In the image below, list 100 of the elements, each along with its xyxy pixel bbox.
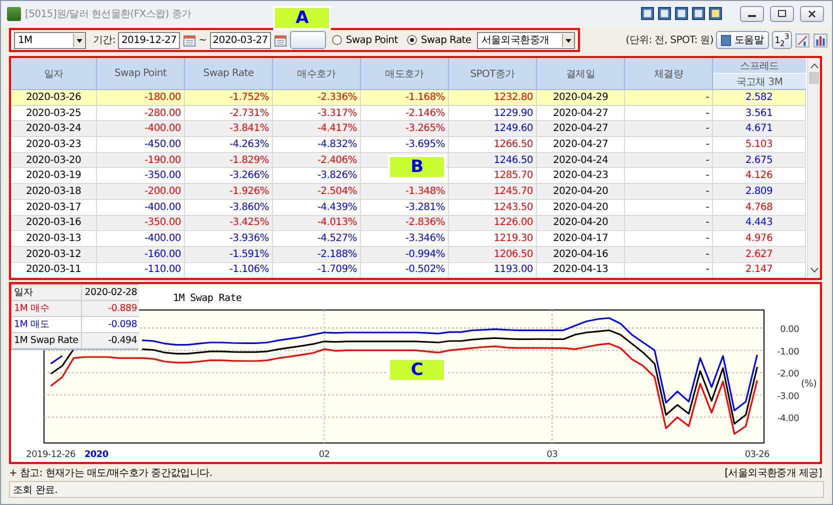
calendar-icon[interactable] (182, 34, 196, 46)
table-cell: 1243.50 (449, 200, 537, 216)
table-cell: 2020-04-27 (537, 121, 625, 138)
tooltip-value: 2020-02-28 (82, 285, 139, 302)
callout-label: B (388, 155, 446, 179)
toolbar-icon[interactable] (692, 7, 705, 20)
table-cell: - (625, 90, 713, 106)
table-cell: -160.00 (97, 246, 185, 263)
table-cell: - (625, 231, 713, 247)
table-cell: 1229.90 (449, 106, 537, 122)
axis-title: (%) (801, 379, 817, 390)
table-cell: -200.00 (97, 184, 185, 200)
table-cell: -0.502% (361, 262, 449, 278)
chart-title: 1M Swap Rate (173, 293, 242, 304)
table-cell: - (625, 262, 713, 278)
toolbar-icon[interactable] (658, 7, 671, 20)
note-text: + 참고: 현재가는 매도/매수호가 중간값입니다. (9, 466, 212, 480)
maximize-button[interactable] (770, 6, 794, 22)
table-cell: -110.00 (97, 262, 185, 278)
help-icon (721, 34, 732, 46)
toolbar-icon[interactable] (641, 7, 654, 20)
chevron-down-icon[interactable] (810, 266, 818, 274)
table-cell: 2020-04-13 (537, 262, 625, 278)
table-cell: 2020-04-27 (537, 137, 625, 153)
table-cell: 1246.50 (449, 152, 537, 168)
calendar-icon[interactable] (274, 34, 287, 46)
column-header: 체결량 (625, 58, 713, 90)
column-header: Swap Rate (185, 58, 273, 90)
table-cell: 2020-03-19 (11, 168, 97, 184)
table-cell: 2020-03-16 (11, 216, 97, 232)
chart-settings-icon[interactable] (795, 32, 810, 48)
end-date-field[interactable]: 2020-03-27 (210, 32, 271, 48)
tooltip-value: -0.889 (82, 301, 139, 318)
table-cell: 2020-04-27 (537, 106, 625, 122)
header-label: 스프레드 (739, 60, 780, 73)
chevron-up-icon[interactable] (810, 62, 818, 70)
minimize-button[interactable] (740, 6, 764, 22)
table-cell: -3.695% (361, 137, 449, 153)
table-cell: -400.00 (97, 200, 185, 216)
table-cell: 2020-04-23 (537, 168, 625, 184)
table-cell: 2020-03-18 (11, 184, 97, 200)
table-cell: -1.168% (361, 90, 449, 106)
table-cell: - (625, 137, 713, 153)
table-cell: -1.709% (273, 262, 361, 278)
table-cell: 1206.50 (449, 246, 537, 263)
table-cell: -400.00 (97, 121, 185, 138)
table-cell: -190.00 (97, 152, 185, 168)
table-cell: - (625, 152, 713, 168)
close-icon (808, 10, 816, 18)
app-logo-icon (7, 6, 21, 20)
table-cell: -2.836% (361, 216, 449, 232)
close-button[interactable] (800, 6, 824, 22)
tooltip-value: -0.098 (82, 317, 139, 334)
table-cell: 4.671 (713, 121, 806, 138)
axis-tick-label: 0.00 (780, 325, 799, 336)
radio-option[interactable]: Swap Point (328, 34, 401, 46)
table-cell: 2.147 (713, 262, 806, 278)
maximize-icon (778, 10, 786, 17)
table-cell: -1.348% (361, 184, 449, 200)
dropdown-caret-icon[interactable] (73, 34, 85, 46)
toolbar-icon[interactable] (709, 7, 722, 20)
toolbar-icon[interactable] (675, 7, 688, 20)
table-cell: -3.266% (185, 168, 273, 184)
table-cell: - (625, 168, 713, 184)
help-button[interactable]: 도움말 (716, 31, 769, 49)
table-cell: 5.103 (713, 137, 806, 153)
table-cell: -1.926% (185, 184, 273, 200)
column-header: 일자 (11, 58, 97, 90)
table-cell: -3.826% (273, 168, 361, 184)
table-cell: -3.425% (185, 216, 273, 232)
bar-chart-icon[interactable] (813, 32, 828, 48)
tooltip-label: 1M 매도 (12, 317, 82, 334)
table-cell: 1245.70 (449, 184, 537, 200)
dropdown-caret-icon[interactable] (562, 34, 574, 46)
callout-label: A (273, 6, 331, 30)
table-cell: 4.976 (713, 231, 806, 247)
table-cell: -3.841% (185, 121, 273, 138)
scrollbar[interactable] (807, 58, 820, 278)
header-label: 국고채 3M (713, 73, 806, 89)
period-select[interactable]: 1M (14, 32, 86, 48)
column-header: 매수호가 (273, 58, 361, 90)
table-cell: 2.675 (713, 152, 806, 168)
table-cell: -4.832% (273, 137, 361, 153)
tooltip-value: -0.494 (82, 333, 139, 350)
column-header: SPOT종가 (449, 58, 537, 90)
broker-select[interactable]: 서울외국환중개 (477, 32, 576, 48)
radio-option[interactable]: Swap Rate (404, 34, 474, 46)
table-cell: 4.126 (713, 168, 806, 184)
axis-tick-label: -1.00 (777, 348, 799, 358)
start-date-field[interactable]: 2019-12-27 (118, 32, 180, 48)
table-cell: 2020-03-11 (11, 262, 97, 278)
table-cell: 2020-03-26 (11, 90, 97, 106)
table-cell: -4.013% (273, 216, 361, 232)
table-cell: 2.582 (713, 90, 806, 106)
table-cell: 2020-03-13 (11, 231, 97, 247)
table-cell: -4.527% (273, 231, 361, 247)
table-cell: 4.443 (713, 216, 806, 232)
table-cell: 1219.30 (449, 231, 537, 247)
scrollbar-thumb[interactable] (809, 72, 819, 84)
axis-tick-label: -4.00 (777, 414, 799, 424)
